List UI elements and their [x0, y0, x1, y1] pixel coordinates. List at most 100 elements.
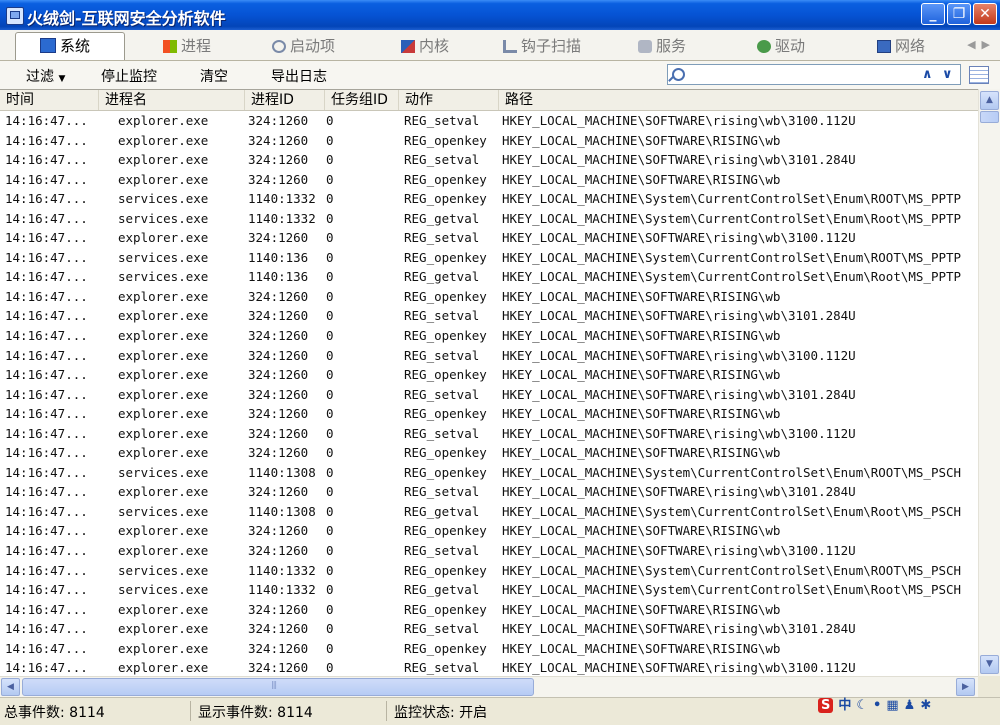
- table-row[interactable]: 14:16:47... explorer.exe 324:1260 0 REG_setv…: [0, 111, 978, 131]
- table-row[interactable]: 14:16:47... services.exe 1140:1308 0 REG_get…: [0, 502, 978, 522]
- cell-time: 14:16:47...: [5, 601, 88, 617]
- table-row[interactable]: 14:16:47... explorer.exe 324:1260 0 REG_setv…: [0, 541, 978, 561]
- tab-kernel[interactable]: 内核: [401, 34, 449, 58]
- table-row[interactable]: 14:16:47... explorer.exe 324:1260 0 REG_setv…: [0, 658, 978, 677]
- table-row[interactable]: 14:16:47... explorer.exe 324:1260 0 REG_setv…: [0, 228, 978, 248]
- table-row[interactable]: 14:16:47... explorer.exe 324:1260 0 REG_open…: [0, 170, 978, 190]
- table-row[interactable]: 14:16:47... services.exe 1140:1332 0 REG_ope…: [0, 189, 978, 209]
- table-row[interactable]: 14:16:47... explorer.exe 324:1260 0 REG_setv…: [0, 346, 978, 366]
- search-box[interactable]: ∧ ∨: [667, 64, 961, 85]
- col-header-pid[interactable]: 进程ID: [244, 90, 324, 110]
- punctuation-icon[interactable]: •: [873, 698, 881, 713]
- table-row[interactable]: 14:16:47... explorer.exe 324:1260 0 REG_open…: [0, 521, 978, 541]
- tools-icon[interactable]: ✱: [920, 698, 931, 713]
- col-header-action[interactable]: 动作: [398, 90, 498, 110]
- minimize-button[interactable]: _: [921, 3, 945, 25]
- table-row[interactable]: 14:16:47... explorer.exe 324:1260 0 REG_open…: [0, 326, 978, 346]
- search-next-icon[interactable]: ∨: [942, 67, 953, 82]
- table-row[interactable]: 14:16:47... explorer.exe 324:1260 0 REG_open…: [0, 639, 978, 659]
- tab-process[interactable]: 进程: [163, 34, 211, 58]
- column-settings-icon[interactable]: [969, 66, 989, 84]
- maximize-button[interactable]: ❐: [947, 3, 971, 25]
- cell-task-group: 0: [326, 230, 334, 246]
- cell-task-group: 0: [326, 386, 334, 402]
- shirt-icon[interactable]: ♟: [904, 698, 916, 713]
- cell-path: HKEY_LOCAL_MACHINE\SOFTWARE\RISING\wb: [502, 523, 781, 539]
- cell-action: REG_openkey: [404, 171, 487, 187]
- search-prev-icon[interactable]: ∧: [922, 67, 933, 82]
- cell-action: REG_openkey: [404, 464, 487, 480]
- export-log-button[interactable]: 导出日志: [271, 66, 327, 86]
- table-row[interactable]: 14:16:47... explorer.exe 324:1260 0 REG_setv…: [0, 150, 978, 170]
- col-header-process-name[interactable]: 进程名: [98, 90, 244, 110]
- tab-startup[interactable]: 启动项: [272, 34, 335, 58]
- table-row[interactable]: 14:16:47... services.exe 1140:1332 0 REG_get…: [0, 580, 978, 600]
- scroll-left-icon[interactable]: ◀: [1, 678, 20, 696]
- table-row[interactable]: 14:16:47... services.exe 1140:136 0 REG_getv…: [0, 267, 978, 287]
- ime-mode[interactable]: 中: [838, 694, 851, 713]
- table-row[interactable]: 14:16:47... services.exe 1140:1332 0 REG_get…: [0, 209, 978, 229]
- cell-process-name: services.exe: [118, 210, 209, 226]
- cell-action: REG_openkey: [404, 249, 487, 265]
- horizontal-scroll-thumb[interactable]: [22, 678, 534, 696]
- table-row[interactable]: 14:16:47... explorer.exe 324:1260 0 REG_open…: [0, 365, 978, 385]
- tab-system[interactable]: 系统: [15, 32, 125, 60]
- table-row[interactable]: 14:16:47... explorer.exe 324:1260 0 REG_setv…: [0, 619, 978, 639]
- table-row[interactable]: 14:16:47... explorer.exe 324:1260 0 REG_setv…: [0, 306, 978, 326]
- table-row[interactable]: 14:16:47... explorer.exe 324:1260 0 REG_setv…: [0, 482, 978, 502]
- scroll-up-icon[interactable]: ▲: [980, 91, 999, 110]
- cell-action: REG_getval: [404, 582, 480, 598]
- search-input[interactable]: [692, 66, 916, 84]
- cell-process-name: explorer.exe: [118, 347, 209, 363]
- table-row[interactable]: 14:16:47... explorer.exe 324:1260 0 REG_open…: [0, 443, 978, 463]
- table-row[interactable]: 14:16:47... services.exe 1140:1308 0 REG_ope…: [0, 463, 978, 483]
- cell-process-name: services.exe: [118, 191, 209, 207]
- table-row[interactable]: 14:16:47... explorer.exe 324:1260 0 REG_setv…: [0, 424, 978, 444]
- tab-services[interactable]: 服务: [638, 34, 686, 58]
- cell-path: HKEY_LOCAL_MACHINE\SOFTWARE\rising\wb\31…: [502, 543, 856, 559]
- filter-button[interactable]: 过滤 ▼: [26, 66, 65, 86]
- tab-drivers[interactable]: 驱动: [757, 34, 805, 58]
- col-header-time[interactable]: 时间: [0, 90, 98, 110]
- table-row[interactable]: 14:16:47... explorer.exe 324:1260 0 REG_open…: [0, 287, 978, 307]
- table-row[interactable]: 14:16:47... services.exe 1140:136 0 REG_open…: [0, 248, 978, 268]
- cell-time: 14:16:47...: [5, 406, 88, 422]
- close-button[interactable]: ✕: [973, 3, 997, 25]
- keyboard-icon[interactable]: ▦: [886, 698, 898, 713]
- scroll-corner: [978, 676, 1000, 696]
- clear-button[interactable]: 清空: [200, 66, 228, 86]
- table-row[interactable]: 14:16:47... explorer.exe 324:1260 0 REG_open…: [0, 600, 978, 620]
- table-row[interactable]: 14:16:47... services.exe 1140:1332 0 REG_ope…: [0, 561, 978, 581]
- cell-process-name: explorer.exe: [118, 328, 209, 344]
- tab-network[interactable]: 网络: [877, 34, 925, 58]
- cell-path: HKEY_LOCAL_MACHINE\System\CurrentControl…: [502, 249, 962, 265]
- col-header-task-group[interactable]: 任务组ID: [324, 90, 398, 110]
- dropdown-arrow-icon: ▼: [58, 74, 66, 84]
- cell-process-name: services.exe: [118, 269, 209, 285]
- moon-icon[interactable]: ☾: [856, 698, 868, 713]
- table-header: 时间 进程名 进程ID 任务组ID 动作 路径: [0, 90, 978, 111]
- table-row[interactable]: 14:16:47... explorer.exe 324:1260 0 REG_open…: [0, 404, 978, 424]
- cell-task-group: 0: [326, 621, 334, 637]
- table-body: 14:16:47... explorer.exe 324:1260 0 REG_setv…: [0, 111, 978, 677]
- cell-action: REG_setval: [404, 152, 480, 168]
- cell-task-group: 0: [326, 640, 334, 656]
- col-header-path[interactable]: 路径: [498, 90, 978, 110]
- cell-pid: 324:1260: [248, 621, 309, 637]
- stop-monitor-button[interactable]: 停止监控: [101, 66, 157, 86]
- cell-path: HKEY_LOCAL_MACHINE\SOFTWARE\rising\wb\31…: [502, 425, 856, 441]
- cell-pid: 324:1260: [248, 230, 309, 246]
- table-row[interactable]: 14:16:47... explorer.exe 324:1260 0 REG_open…: [0, 131, 978, 151]
- tab-scroll-arrows[interactable]: ◀▶: [967, 38, 996, 51]
- cell-process-name: explorer.exe: [118, 445, 209, 461]
- cell-path: HKEY_LOCAL_MACHINE\SOFTWARE\RISING\wb: [502, 601, 781, 617]
- window-title: 火绒剑-互联网安全分析软件: [27, 9, 226, 28]
- gear-icon: [272, 40, 286, 53]
- table-row[interactable]: 14:16:47... explorer.exe 324:1260 0 REG_setv…: [0, 385, 978, 405]
- vertical-scroll-thumb[interactable]: [980, 111, 999, 123]
- cell-process-name: explorer.exe: [118, 308, 209, 324]
- ime-toolbar[interactable]: S 中 ☾ • ▦ ♟ ✱: [818, 694, 968, 714]
- vertical-scrollbar[interactable]: ▲ ▼: [978, 89, 1000, 676]
- scroll-down-icon[interactable]: ▼: [980, 655, 999, 674]
- tab-hook-scan[interactable]: 钩子扫描: [503, 34, 581, 58]
